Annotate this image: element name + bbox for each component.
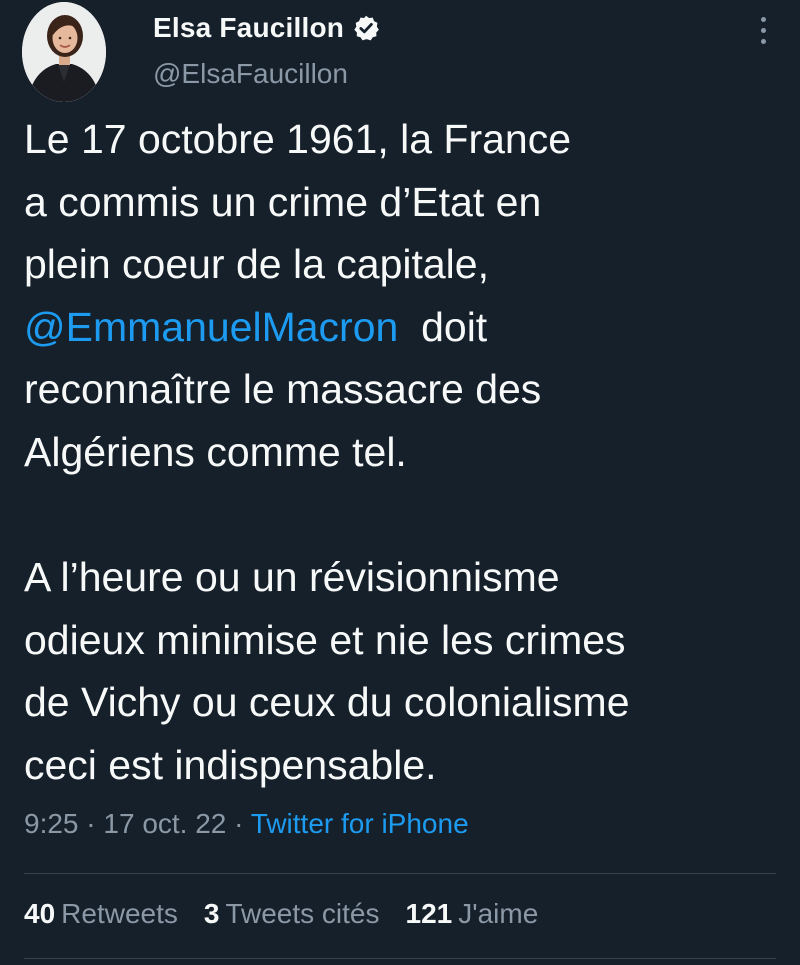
quotes-label: Tweets cités bbox=[225, 898, 380, 929]
tweet-date[interactable]: 17 oct. 22 bbox=[103, 808, 226, 839]
author-display-name[interactable]: Elsa Faucillon bbox=[153, 12, 344, 44]
tweet-source-link[interactable]: Twitter for iPhone bbox=[251, 808, 469, 839]
more-dot bbox=[760, 16, 766, 22]
paragraph-break bbox=[24, 484, 784, 547]
profile-photo bbox=[22, 2, 106, 102]
likes-count: 121 bbox=[405, 898, 453, 929]
likes-stat[interactable]: 121 J'aime bbox=[406, 898, 539, 930]
more-dot bbox=[760, 38, 766, 44]
likes-label: J'aime bbox=[458, 898, 539, 929]
quotes-stat[interactable]: 3 Tweets cités bbox=[204, 898, 380, 930]
meta-separator: · bbox=[78, 808, 104, 839]
tweet-line: a commis un crime d’Etat en bbox=[24, 178, 542, 225]
tweet-text: Le 17 octobre 1961, la France a commis u… bbox=[24, 108, 784, 797]
more-options-icon[interactable] bbox=[748, 10, 778, 50]
mention-link[interactable]: @EmmanuelMacron bbox=[24, 304, 398, 350]
more-dot bbox=[760, 27, 766, 33]
retweets-count: 40 bbox=[24, 898, 56, 929]
tweet-header: Elsa Faucillon @ElsaFaucillon bbox=[0, 0, 800, 115]
author-handle[interactable]: @ElsaFaucillon bbox=[153, 58, 348, 90]
retweets-label: Retweets bbox=[61, 898, 178, 929]
avatar[interactable] bbox=[22, 2, 106, 102]
tweet-stats: 40 Retweets 3 Tweets cités 121 J'aime bbox=[24, 898, 564, 930]
tweet-line-mention: @EmmanuelMacron doit bbox=[24, 296, 784, 359]
verified-badge-icon bbox=[352, 14, 380, 42]
tweet-meta: 9:25 · 17 oct. 22 · Twitter for iPhone bbox=[24, 808, 469, 840]
tweet-line: reconnaître le massacre des bbox=[24, 366, 542, 413]
meta-separator: · bbox=[226, 808, 251, 839]
tweet-time[interactable]: 9:25 bbox=[24, 808, 79, 839]
divider bbox=[24, 958, 776, 959]
retweets-stat[interactable]: 40 Retweets bbox=[24, 898, 178, 930]
tweet-line: Algériens comme tel. bbox=[24, 428, 407, 475]
quotes-count: 3 bbox=[203, 898, 220, 929]
tweet-line: odieux minimise et nie les crimes bbox=[24, 616, 626, 663]
author-name-row[interactable]: Elsa Faucillon bbox=[153, 10, 380, 46]
tweet-line: A l’heure ou un révisionnisme bbox=[24, 554, 560, 601]
tweet-line: ceci est indispensable. bbox=[24, 741, 437, 788]
tweet-line: Le 17 octobre 1961, la France bbox=[24, 116, 572, 162]
tweet-line-tail: doit bbox=[398, 303, 488, 350]
tweet-line: plein coeur de la capitale, bbox=[24, 241, 489, 288]
tweet-line: de Vichy ou ceux du colonialisme bbox=[24, 679, 630, 726]
divider bbox=[24, 873, 776, 874]
